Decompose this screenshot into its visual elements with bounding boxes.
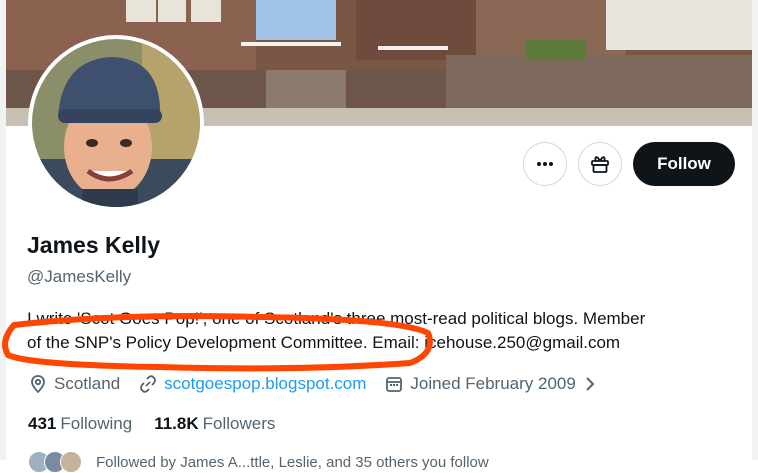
avatar-photo bbox=[32, 39, 200, 207]
followed-by-row[interactable]: Followed by James A...ttle, Leslie, and … bbox=[28, 451, 489, 473]
gift-button[interactable] bbox=[578, 142, 622, 186]
follow-stats: 431 Following 11.8K Followers bbox=[28, 414, 297, 434]
joined-text: Joined February 2009 bbox=[410, 374, 576, 393]
bio-line-2: of the SNP's Policy Development Committe… bbox=[27, 333, 621, 352]
location-pin-icon bbox=[31, 375, 45, 394]
profile-handle: @JamesKelly bbox=[27, 267, 132, 286]
location-item: Scotland bbox=[28, 374, 120, 394]
profile-avatar[interactable] bbox=[28, 35, 204, 211]
followers-stat[interactable]: 11.8K Followers bbox=[154, 414, 275, 434]
followers-label: Followers bbox=[202, 414, 276, 433]
followed-by-text: Followed by James A...ttle, Leslie, and … bbox=[96, 453, 489, 471]
following-count: 431 bbox=[28, 414, 57, 433]
profile-bio: I write 'Scot Goes Pop!', one of Scotlan… bbox=[27, 307, 752, 355]
website-item[interactable]: scotgoespop.blogspot.com bbox=[138, 374, 366, 394]
following-label: Following bbox=[60, 414, 133, 433]
calendar-icon bbox=[386, 377, 403, 392]
gift-icon bbox=[591, 156, 609, 173]
following-stat[interactable]: 431 Following bbox=[28, 414, 132, 434]
bio-line-1: I write 'Scot Goes Pop!', one of Scotlan… bbox=[27, 309, 646, 328]
joined-item[interactable]: Joined February 2009 bbox=[384, 374, 603, 394]
page-edge-right bbox=[752, 0, 758, 460]
location-text: Scotland bbox=[54, 374, 121, 393]
follow-button[interactable]: Follow bbox=[633, 142, 735, 186]
profile-meta-row: Scotland scotgoespop.blogspot.com Joined… bbox=[28, 372, 622, 396]
more-options-button[interactable] bbox=[523, 142, 567, 186]
profile-name: James Kelly bbox=[27, 232, 160, 258]
website-link[interactable]: scotgoespop.blogspot.com bbox=[164, 374, 366, 394]
mini-avatar bbox=[60, 451, 82, 473]
chevron-right-icon bbox=[586, 377, 595, 391]
link-icon bbox=[140, 375, 157, 393]
followers-count: 11.8K bbox=[154, 414, 199, 433]
more-horizontal-icon bbox=[537, 162, 553, 166]
